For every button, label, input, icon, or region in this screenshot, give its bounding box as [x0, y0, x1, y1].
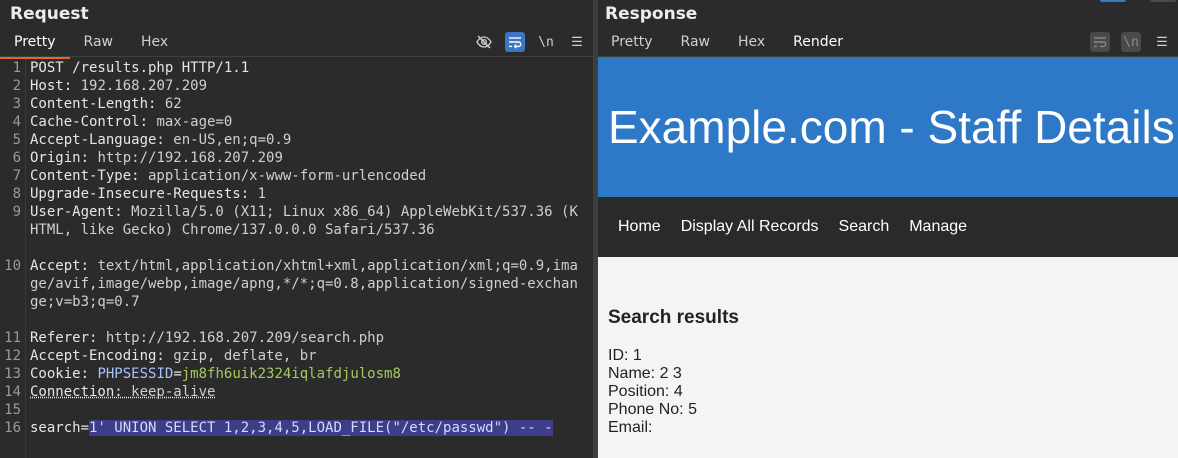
- line-number: 15: [4, 402, 21, 418]
- field-label: Position:: [608, 383, 670, 400]
- header-value: keep-alive: [122, 384, 216, 400]
- newline-toggle-button[interactable]: \n: [1121, 32, 1141, 52]
- request-toolbar: \n ☰: [474, 31, 587, 53]
- site-nav: Home Display All Records Search Manage: [598, 197, 1178, 257]
- response-tabs: Pretty Raw Hex Render: [598, 31, 859, 59]
- line-number: 2: [12, 78, 21, 94]
- line-number: 16: [4, 420, 21, 436]
- header-value: gzip, deflate, br: [164, 348, 317, 364]
- nav-link-search[interactable]: Search: [839, 218, 890, 236]
- line-number: 11: [4, 330, 21, 346]
- burp-repeater: Request Pretty Raw Hex \n ☰ 1 POST /resu…: [0, 0, 1178, 458]
- field-label: Email:: [608, 419, 653, 436]
- line-number: 7: [12, 168, 21, 184]
- cookie-value: jm8fh6uik2324iqlafdjulosm8: [181, 366, 401, 382]
- line-number: 6: [12, 150, 21, 166]
- request-tab-pretty[interactable]: Pretty: [0, 31, 70, 59]
- cookie-name: PHPSESSID: [89, 366, 174, 382]
- header-name: Accept:: [30, 258, 90, 274]
- request-tabs: Pretty Raw Hex: [0, 31, 182, 59]
- line-number: 4: [12, 114, 21, 130]
- response-tab-raw[interactable]: Raw: [668, 31, 725, 57]
- word-wrap-button[interactable]: [1090, 32, 1110, 52]
- request-tab-hex[interactable]: Hex: [127, 31, 182, 57]
- header-value: http://192.168.207.209: [89, 150, 283, 166]
- header-value: http://192.168.207.209/search.php: [97, 330, 385, 346]
- menu-icon[interactable]: ☰: [1152, 32, 1172, 52]
- body-param-name: search=: [30, 420, 90, 436]
- selected-payload[interactable]: 1' UNION SELECT 1,2,3,4,5,LOAD_FILE("/et…: [89, 420, 553, 436]
- rendered-response: Example.com - Staff Details Home Display…: [598, 57, 1178, 458]
- request-panel: Request Pretty Raw Hex \n ☰ 1 POST /resu…: [0, 0, 593, 458]
- header-value: max-age=0: [148, 114, 233, 130]
- header-name: Host:: [30, 78, 73, 94]
- header-value: en-US,en;q=0.9: [164, 132, 292, 148]
- header-name: Upgrade-Insecure-Requests:: [30, 186, 250, 202]
- header-name: Connection:: [30, 384, 123, 400]
- field-value: 2 3: [659, 365, 682, 382]
- header-name: Accept-Encoding:: [30, 348, 165, 364]
- field-value: 5: [688, 401, 697, 418]
- response-tab-render[interactable]: Render: [780, 31, 859, 59]
- response-title: Response: [605, 4, 698, 24]
- result-field: Email:: [608, 419, 739, 437]
- nav-link-home[interactable]: Home: [618, 218, 661, 236]
- header-name: Cache-Control:: [30, 114, 149, 130]
- result-field: Phone No: 5: [608, 401, 739, 419]
- field-value: 4: [673, 383, 683, 400]
- header-name: Content-Type:: [30, 168, 140, 184]
- line-number: 9: [12, 204, 21, 220]
- line-number: 5: [12, 132, 21, 148]
- header-value: application/x-www-form-urlencoded: [139, 168, 427, 184]
- result-field: ID: 1: [608, 347, 739, 365]
- result-field: Name: 2 3: [608, 365, 739, 383]
- request-tab-raw[interactable]: Raw: [70, 31, 127, 57]
- layout-toggle-button-secondary[interactable]: [1150, 0, 1176, 2]
- header-name: Accept-Language:: [30, 132, 165, 148]
- result-field: Position: 4: [608, 383, 739, 401]
- line-number: 13: [4, 366, 21, 382]
- hide-eye-icon[interactable]: [474, 32, 494, 52]
- word-wrap-icon: [1094, 37, 1107, 48]
- response-tab-pretty[interactable]: Pretty: [598, 31, 668, 57]
- nav-link-manage[interactable]: Manage: [909, 218, 967, 236]
- search-results: Search results ID: 1 Name: 2 3 Position:…: [608, 307, 739, 437]
- gutter-separator: [25, 59, 26, 458]
- header-name: Referer:: [30, 330, 98, 346]
- field-value: 1: [632, 347, 642, 364]
- menu-icon[interactable]: ☰: [567, 32, 587, 52]
- nav-link-display-all[interactable]: Display All Records: [681, 218, 819, 236]
- request-line: POST /results.php HTTP/1.1: [30, 60, 250, 76]
- header-value: 62: [156, 96, 182, 112]
- request-tab-rule: [0, 56, 593, 57]
- word-wrap-icon: [509, 37, 522, 49]
- request-title: Request: [10, 4, 89, 24]
- newline-toggle-button[interactable]: \n: [536, 32, 556, 52]
- header-value: text/html,application/xhtml+xml,applicat…: [30, 258, 578, 310]
- results-title: Search results: [608, 307, 739, 328]
- field-label: Phone No:: [608, 401, 684, 418]
- eye-slash-icon: [476, 35, 492, 49]
- line-number: 1: [12, 60, 21, 76]
- line-number: 8: [12, 186, 21, 202]
- line-number: 3: [12, 96, 21, 112]
- field-label: ID:: [608, 347, 629, 364]
- site-header: Example.com - Staff Details: [598, 57, 1178, 197]
- response-toolbar: \n ☰: [1090, 31, 1172, 53]
- line-number: 12: [4, 348, 21, 364]
- line-number: 14: [4, 384, 21, 400]
- word-wrap-button[interactable]: [505, 32, 525, 52]
- header-value: 1: [249, 186, 267, 202]
- layout-toggle-button[interactable]: [1100, 0, 1126, 2]
- response-tab-hex[interactable]: Hex: [725, 31, 780, 57]
- header-name: Origin:: [30, 150, 90, 166]
- request-editor[interactable]: 1 POST /results.php HTTP/1.1 2 Host: 192…: [0, 59, 593, 458]
- header-name: Cookie:: [30, 366, 90, 382]
- header-name: User-Agent:: [30, 204, 123, 220]
- line-number: 10: [4, 258, 21, 274]
- header-value: 192.168.207.209: [72, 78, 208, 94]
- header-name: Content-Length:: [30, 96, 157, 112]
- field-label: Name:: [608, 365, 656, 382]
- cookie-equals: =: [173, 366, 182, 382]
